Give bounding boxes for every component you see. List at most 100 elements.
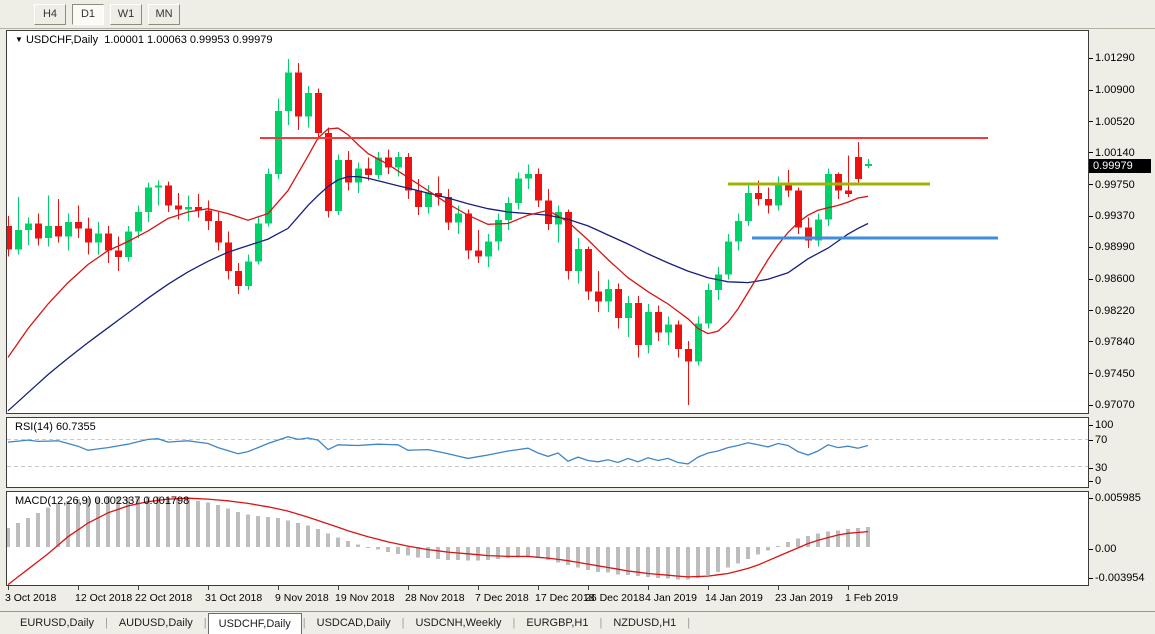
candle-body (615, 289, 622, 318)
ma-slow-navy-line (8, 177, 868, 411)
price-axis-label: 1.00900 (1095, 84, 1135, 96)
price-axis-label: 0.99750 (1095, 179, 1135, 191)
price-axis-label: 1.00520 (1095, 116, 1135, 128)
rsi-axis-tick (1089, 481, 1093, 482)
candle-body (595, 292, 602, 302)
candle-body (315, 93, 322, 133)
candle-body (485, 242, 492, 257)
tab-eurusd[interactable]: EURUSD,Daily (10, 612, 104, 634)
candle-body (165, 186, 172, 206)
date-axis-tick (588, 586, 589, 590)
candle-body (525, 174, 532, 178)
tab-audusd[interactable]: AUDUSD,Daily (109, 612, 203, 634)
price-axis-label: 0.97070 (1095, 399, 1135, 411)
tab-nzdusd[interactable]: NZDUSD,H1 (603, 612, 686, 634)
price-axis-label: 0.98220 (1095, 305, 1135, 317)
macd-histogram-bar (496, 547, 500, 559)
timeframe-button-h4[interactable]: H4 (34, 4, 66, 25)
chart-symbol-label: USDCHF,Daily (26, 34, 98, 46)
date-axis-label: 7 Dec 2018 (475, 592, 529, 604)
macd-indicator-panel[interactable]: MACD(12,26,9) 0.002337 0.001798 (6, 491, 1089, 586)
macd-histogram-bar (566, 547, 570, 565)
candle-body (455, 214, 462, 223)
macd-histogram-bar (36, 513, 40, 547)
rsi-title: RSI(14) 60.7355 (15, 421, 96, 433)
macd-histogram-bar (196, 501, 200, 547)
candle-body (415, 191, 422, 207)
macd-axis-label: 0.00 (1095, 543, 1116, 555)
candle-body (775, 184, 782, 205)
date-axis-label: 4 Jan 2019 (645, 592, 697, 604)
macd-histogram-bar (836, 531, 840, 547)
macd-histogram-bar (316, 529, 320, 547)
macd-histogram-bar (826, 532, 830, 547)
macd-histogram-bar (596, 547, 600, 572)
rsi-axis-label: 0 (1095, 475, 1101, 487)
candle-body (185, 207, 192, 210)
date-axis-label: 19 Nov 2018 (335, 592, 395, 604)
macd-histogram-bar (756, 547, 760, 555)
candle-body (425, 193, 432, 207)
date-axis-tick (538, 586, 539, 590)
macd-histogram-bar (686, 547, 690, 580)
rsi-indicator-panel[interactable]: RSI(14) 60.7355 (6, 417, 1089, 488)
timeframe-button-mn[interactable]: MN (148, 4, 180, 25)
macd-histogram-bar (306, 526, 310, 547)
macd-histogram-bar (326, 533, 330, 547)
macd-histogram-bar (796, 538, 800, 547)
price-axis-tick (1089, 247, 1093, 248)
date-axis-label: 23 Jan 2019 (775, 592, 833, 604)
symbol-dropdown-icon[interactable]: ▼ (15, 35, 23, 44)
rsi-line (8, 437, 868, 464)
candle-body (205, 210, 212, 221)
date-axis-tick (208, 586, 209, 590)
candle-body (95, 233, 102, 242)
tab-usdcnh[interactable]: USDCNH,Weekly (405, 612, 511, 634)
candle-body (715, 274, 722, 290)
price-axis-tick (1089, 279, 1093, 280)
price-axis-label: 0.98990 (1095, 241, 1135, 253)
candle-body (645, 312, 652, 345)
timeframe-button-d1[interactable]: D1 (72, 4, 104, 25)
candle-body (85, 228, 92, 242)
chart-tab-bar: EURUSD,Daily|AUDUSD,Daily|USDCHF,Daily|U… (0, 611, 1155, 634)
candle-body (175, 205, 182, 209)
tab-eurgbp[interactable]: EURGBP,H1 (516, 612, 598, 634)
macd-axis-tick (1089, 498, 1093, 499)
macd-histogram-bar (866, 527, 870, 547)
macd-histogram-bar (276, 518, 280, 547)
tab-usdchf[interactable]: USDCHF,Daily (208, 613, 302, 634)
macd-histogram-bar (46, 508, 50, 547)
macd-histogram-bar (236, 512, 240, 547)
candle-body (265, 174, 272, 223)
candle-body (7, 226, 12, 250)
macd-histogram-bar (746, 547, 750, 559)
macd-histogram-bar (706, 547, 710, 575)
candle-body (515, 178, 522, 203)
candle-body (15, 230, 22, 250)
price-axis-label: 0.98600 (1095, 273, 1135, 285)
price-axis-tick (1089, 152, 1093, 153)
candle-body (295, 72, 302, 116)
rsi-axis-label: 100 (1095, 419, 1113, 431)
macd-histogram-bar (856, 528, 860, 547)
macd-axis-tick (1089, 578, 1093, 579)
candle-body (625, 303, 632, 318)
candle-body (105, 233, 112, 250)
macd-histogram-bar (406, 547, 410, 556)
candle-body (835, 174, 842, 190)
price-axis-label: 0.99370 (1095, 210, 1135, 222)
candle-body (445, 197, 452, 223)
timeframe-button-w1[interactable]: W1 (110, 4, 142, 25)
candle-body (845, 191, 852, 194)
tab-usdcad[interactable]: USDCAD,Daily (307, 612, 401, 634)
price-axis-label: 1.00140 (1095, 147, 1135, 159)
candle-body (675, 325, 682, 350)
date-axis-label: 22 Oct 2018 (135, 592, 192, 604)
main-chart-panel[interactable]: ▼ USDCHF,Daily 1.00001 1.00063 0.99953 0… (6, 30, 1089, 414)
candle-body (65, 222, 72, 237)
macd-histogram-bar (246, 515, 250, 548)
candle-body (145, 187, 152, 212)
macd-histogram-bar (586, 547, 590, 570)
macd-histogram-bar (616, 547, 620, 574)
